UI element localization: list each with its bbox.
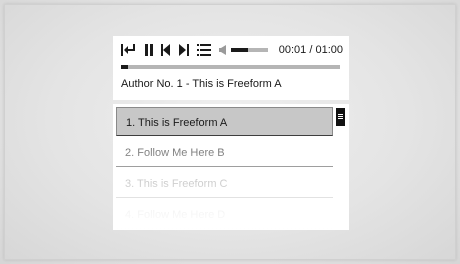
playlist-item-label: 3. This is Freeform C	[125, 178, 228, 190]
playlist-icon[interactable]	[197, 43, 211, 57]
playlist-item[interactable]: 1. This is Freeform A	[116, 107, 333, 136]
now-playing-title: Author No. 1 - This is Freeform A	[121, 78, 282, 90]
audio-player: 00:01 / 01:00 Author No. 1 - This is Fre…	[113, 36, 349, 100]
previous-track-icon[interactable]	[161, 43, 171, 57]
volume-slider[interactable]	[231, 48, 268, 52]
volume-icon[interactable]	[219, 43, 227, 57]
restart-icon[interactable]	[121, 43, 137, 57]
playlist: 1. This is Freeform A 2. Follow Me Here …	[113, 104, 349, 230]
pause-icon[interactable]	[144, 43, 154, 57]
current-time: 00:01	[278, 44, 307, 56]
player-controls: 00:01 / 01:00	[121, 43, 343, 57]
seek-progress	[121, 65, 128, 69]
playlist-item-label: 1. This is Freeform A	[126, 117, 228, 129]
time-display: 00:01 / 01:00	[279, 44, 343, 56]
seek-bar[interactable]	[121, 65, 340, 69]
playlist-item[interactable]: 2. Follow Me Here B	[116, 138, 333, 167]
next-track-icon[interactable]	[179, 43, 189, 57]
playlist-item-label: 4. Follow Me Here D	[125, 209, 226, 221]
volume-level	[231, 48, 248, 52]
playlist-scrollbar[interactable]	[336, 108, 345, 126]
playlist-item[interactable]: 4. Follow Me Here D	[116, 200, 333, 229]
playlist-item[interactable]: 3. This is Freeform C	[116, 169, 333, 198]
playlist-item-label: 2. Follow Me Here B	[125, 147, 225, 159]
total-time: 01:00	[315, 44, 343, 56]
